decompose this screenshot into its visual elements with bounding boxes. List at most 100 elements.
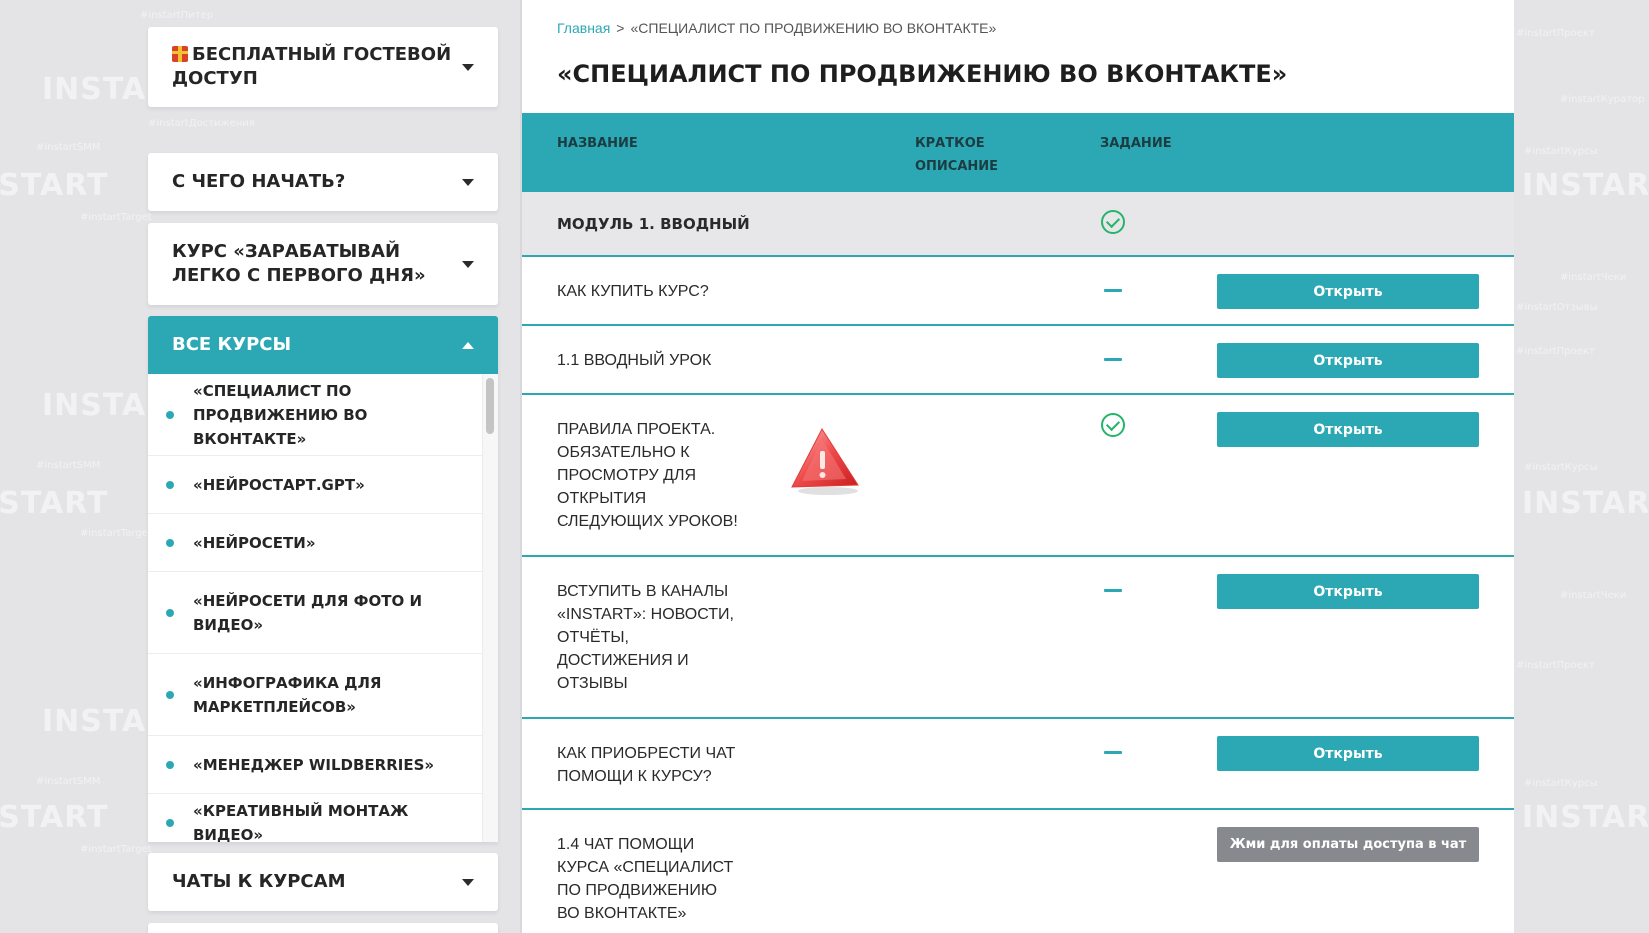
sidebar: БЕСПЛАТНЫЙ ГОСТЕВОЙ ДОСТУП С ЧЕГО НАЧАТЬ… [148, 0, 500, 933]
watermark-brand: INSTART [1522, 486, 1649, 521]
where-to-start-accordion[interactable]: С ЧЕГО НАЧАТЬ? [148, 153, 498, 211]
easy-course-label: КУРС «ЗАРАБАТЫВАЙ ЛЕГКО С ПЕРВОГО ДНЯ» [172, 241, 426, 286]
pay-chat-access-button[interactable]: Жми для оплаты доступа в чат [1217, 827, 1479, 862]
lesson-title: 1.4 ЧАТ ПОМОЩИ КУРСА «СПЕЦИАЛИСТ ПО ПРОД… [557, 833, 733, 925]
module-row: МОДУЛЬ 1. ВВОДНЫЙ [522, 192, 1514, 257]
course-label: «МЕНЕДЖЕР WILDBERRIES» [193, 755, 435, 774]
breadcrumb-separator: > [616, 20, 625, 36]
lesson-title-line: 1.4 ЧАТ ПОМОЩИ [557, 836, 695, 853]
header-short-description: КРАТКОЕ ОПИСАНИЕ [915, 132, 998, 178]
check-circle-icon [1101, 413, 1125, 437]
all-courses-label: ВСЕ КУРСЫ [172, 334, 292, 355]
open-button[interactable]: Открыть [1217, 736, 1479, 771]
course-item[interactable]: «МЕНЕДЖЕР WILDBERRIES» [148, 736, 482, 794]
course-label: «КРЕАТИВНЫЙ МОНТАЖ ВИДЕО» [193, 801, 409, 843]
check-circle-icon [1101, 210, 1125, 234]
bullet-icon [166, 818, 174, 827]
course-chats-accordion[interactable]: ЧАТЫ К КУРСАМ [148, 853, 498, 911]
course-item[interactable]: «НЕЙРОСЕТИ» [148, 514, 482, 572]
course-label: «ИНФОГРАФИКА ДЛЯ МАРКЕТПЛЕЙСОВ» [193, 673, 382, 716]
lesson-title-line: ОТЧЁТЫ, [557, 629, 629, 646]
lesson-title-line: КУРСА «СПЕЦИАЛИСТ [557, 859, 734, 876]
course-item[interactable]: «НЕЙРОСЕТИ ДЛЯ ФОТО И ВИДЕО» [148, 572, 482, 654]
module-title: МОДУЛЬ 1. ВВОДНЫЙ [557, 215, 750, 233]
lesson-title-line: ПО ПРОДВИЖЕНИЮ [557, 882, 717, 899]
course-list: «СПЕЦИАЛИСТ ПО ПРОДВИЖЕНИЮ ВО ВКОНТАКТЕ»… [148, 374, 498, 842]
open-button[interactable]: Открыть [1217, 343, 1479, 378]
lesson-title-line: СЛЕДУЮЩИХ УРОКОВ! [557, 513, 738, 530]
watermark-tag: #instartSMM [36, 460, 101, 471]
table-header: НАЗВАНИЕ КРАТКОЕ ОПИСАНИЕ ЗАДАНИЕ [522, 113, 1514, 192]
watermark-tag: #instartTarget [80, 212, 152, 223]
watermark-tag: #instartTarget [80, 844, 152, 855]
chevron-down-icon [462, 178, 474, 186]
course-label: «НЕЙРОСЕТИ» [193, 533, 316, 552]
guest-access-title: БЕСПЛАТНЫЙ ГОСТЕВОЙ ДОСТУП [172, 43, 452, 91]
chevron-down-icon [462, 260, 474, 268]
table-row: КАК КУПИТЬ КУРС? Открыть [522, 257, 1514, 326]
lesson-title-line: ОТКРЫТИЯ [557, 490, 647, 507]
chevron-down-icon [462, 63, 474, 71]
course-item[interactable]: «СПЕЦИАЛИСТ ПО ПРОДВИЖЕНИЮ ВО ВКОНТАКТЕ» [148, 374, 482, 456]
watermark-tag: #instartSMM [36, 142, 101, 153]
lesson-title-line: ОТЗЫВЫ [557, 675, 628, 692]
table-row: 1.1 ВВОДНЫЙ УРОК Открыть [522, 326, 1514, 395]
main-content: Главная > «СПЕЦИАЛИСТ ПО ПРОДВИЖЕНИЮ ВО ВК… [522, 0, 1514, 933]
watermark-tag: #instartTarget [80, 528, 152, 539]
watermark-tag: #instartОтзывы [1516, 302, 1598, 313]
page-title: «СПЕЦИАЛИСТ ПО ПРОДВИЖЕНИЮ ВО ВКОНТАКТЕ» [557, 60, 1288, 88]
scrollbar-track[interactable] [482, 374, 498, 842]
watermark-tag: #instartПроект [1516, 28, 1595, 39]
open-button[interactable]: Открыть [1217, 412, 1479, 447]
breadcrumb-current: «СПЕЦИАЛИСТ ПО ПРОДВИЖЕНИЮ ВО ВКОНТАКТЕ» [630, 20, 997, 36]
header-short-description-line: ОПИСАНИЕ [915, 159, 999, 174]
table-row: КАК ПРИОБРЕСТИ ЧАТ ПОМОЩИ К КУРСУ? Откры… [522, 719, 1514, 810]
bullet-icon [166, 538, 174, 547]
lesson-title-line: ДОСТИЖЕНИЯ И [557, 652, 689, 669]
watermark-tag: #instartЧеки [1560, 272, 1627, 283]
course-chats-label: ЧАТЫ К КУРСАМ [172, 871, 346, 892]
lesson-title-line: «INSTART»: НОВОСТИ, [557, 606, 734, 623]
header-name: НАЗВАНИЕ [557, 136, 638, 151]
dash-icon [1104, 751, 1122, 754]
header-task: ЗАДАНИЕ [1100, 136, 1172, 151]
course-item[interactable]: «НЕЙРОСТАРТ.GPT» [148, 456, 482, 514]
course-item[interactable]: «ИНФОГРАФИКА ДЛЯ МАРКЕТПЛЕЙСОВ» [148, 654, 482, 736]
course-label: «НЕЙРОСТАРТ.GPT» [193, 475, 365, 494]
chevron-down-icon [462, 878, 474, 886]
where-to-start-label: С ЧЕГО НАЧАТЬ? [172, 171, 346, 192]
lesson-title: КАК ПРИОБРЕСТИ ЧАТ ПОМОЩИ К КУРСУ? [557, 742, 735, 788]
bullet-icon [166, 690, 174, 699]
lesson-title-line: КАК ПРИОБРЕСТИ ЧАТ [557, 745, 736, 762]
dash-icon [1104, 289, 1122, 292]
all-courses-accordion[interactable]: ВСЕ КУРСЫ [148, 316, 498, 374]
watermark-tag: #instartКуратор [1560, 94, 1645, 105]
lesson-title: КАК КУПИТЬ КУРС? [557, 283, 709, 300]
bullet-icon [166, 410, 174, 419]
watermark-tag: #instartЧеки [1560, 590, 1627, 601]
header-short-description-line: КРАТКОЕ [915, 136, 985, 151]
next-accordion[interactable] [148, 923, 498, 933]
guest-access-label: БЕСПЛАТНЫЙ ГОСТЕВОЙ ДОСТУП [172, 44, 452, 89]
watermark-brand: INSTART [1522, 800, 1649, 835]
lesson-title: 1.1 ВВОДНЫЙ УРОК [557, 352, 712, 369]
watermark-tag: #instartКурсы [1524, 146, 1598, 157]
watermark-tag: #instartКурсы [1524, 778, 1598, 789]
watermark-tag: #instartSMM [36, 776, 101, 787]
course-label: «СПЕЦИАЛИСТ ПО ПРОДВИЖЕНИЮ ВО ВКОНТАКТЕ» [193, 381, 368, 448]
lesson-title: ПРАВИЛА ПРОЕКТА. ОБЯЗАТЕЛЬНО К ПРОСМОТРУ… [557, 418, 738, 533]
course-item[interactable]: «КРЕАТИВНЫЙ МОНТАЖ ВИДЕО» [148, 794, 482, 842]
watermark-tag: #instartКурсы [1524, 462, 1598, 473]
open-button[interactable]: Открыть [1217, 574, 1479, 609]
guest-access-accordion[interactable]: БЕСПЛАТНЫЙ ГОСТЕВОЙ ДОСТУП [148, 27, 498, 107]
watermark-tag: #instartПроект [1516, 346, 1595, 357]
lesson-title-line: ВСТУПИТЬ В КАНАЛЫ [557, 583, 729, 600]
easy-course-accordion[interactable]: КУРС «ЗАРАБАТЫВАЙ ЛЕГКО С ПЕРВОГО ДНЯ» [148, 223, 498, 305]
open-button[interactable]: Открыть [1217, 274, 1479, 309]
dash-icon [1104, 589, 1122, 592]
gift-icon [172, 46, 188, 62]
scrollbar-thumb[interactable] [486, 378, 494, 434]
bullet-icon [166, 760, 174, 769]
breadcrumb-home-link[interactable]: Главная [557, 20, 610, 36]
dash-icon [1104, 358, 1122, 361]
